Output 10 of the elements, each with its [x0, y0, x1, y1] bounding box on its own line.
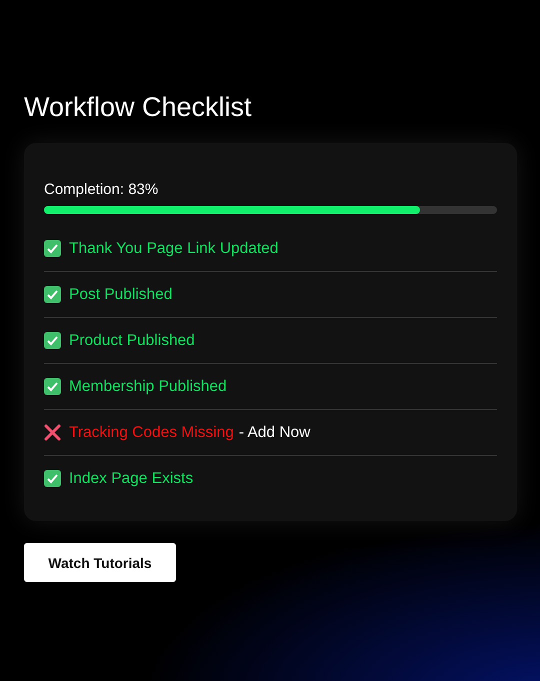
checklist-item: Product Published	[69, 332, 195, 350]
checklist-item: Post Published	[69, 286, 172, 304]
add-now-link[interactable]: - Add Now	[238, 424, 310, 442]
page-title: Workflow Checklist	[24, 92, 253, 123]
checklist-item: Tracking Codes Missing	[69, 424, 234, 442]
checklist-item: Thank You Page Link Updated	[69, 240, 278, 258]
checklist-item: Membership Published	[69, 378, 227, 396]
watch-tutorials-button[interactable]: Watch Tutorials	[24, 543, 176, 582]
completion-label: Completion: 83%	[44, 181, 160, 198]
checklist-item: Index Page Exists	[69, 470, 194, 488]
